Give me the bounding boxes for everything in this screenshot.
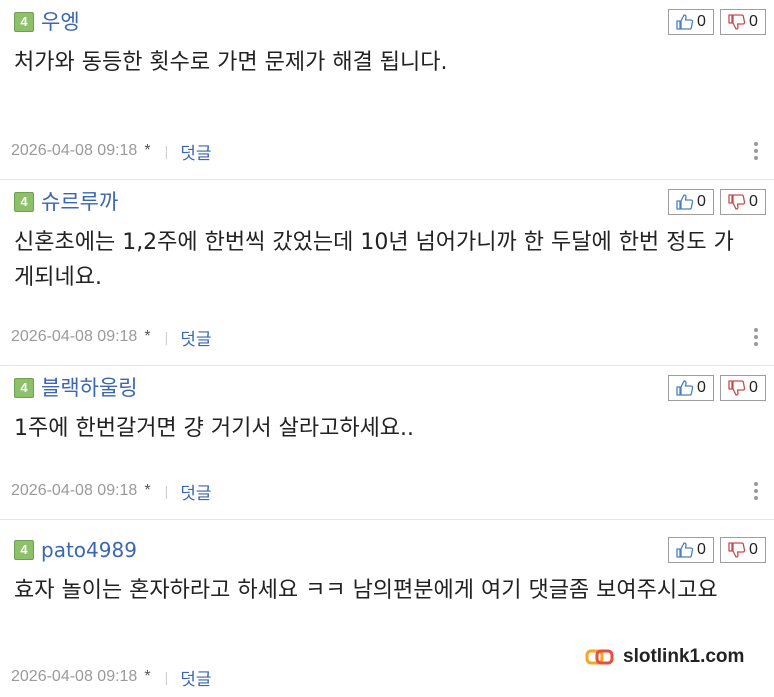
comment-item: 4 pato4989 0 0 효자 놀이는 혼자하라고 하세요 ㅋㅋ 남의편분에…	[0, 520, 774, 697]
comment-meta: 2026-04-08 09:18 * | 덧글	[11, 479, 211, 504]
vote-group: 0 0	[668, 9, 766, 35]
vertical-ellipsis-icon	[754, 142, 758, 146]
chain-link-logo-icon	[585, 649, 614, 665]
like-button[interactable]: 0	[668, 9, 714, 35]
reply-link[interactable]: 덧글	[180, 325, 211, 350]
like-count: 0	[697, 193, 706, 210]
comment-meta: 2026-04-08 09:18 * | 덧글	[11, 665, 211, 690]
comment-date: 2026-04-08 09:18	[11, 482, 138, 499]
comment-item: 4 우엥 0 0 처가와 동등한 횟수로 가면 문제가 해결 됩니다. 2026…	[0, 0, 774, 180]
level-badge: 4	[14, 12, 34, 32]
ellipsis-dot	[754, 489, 758, 493]
vote-group: 0 0	[668, 189, 766, 215]
level-badge: 4	[14, 378, 34, 398]
vertical-ellipsis-icon	[754, 328, 758, 332]
comment-date: 2026-04-08 09:18	[11, 668, 138, 685]
level-badge: 4	[14, 192, 34, 212]
thumbs-down-icon	[728, 194, 746, 210]
like-count: 0	[697, 13, 706, 30]
thumbs-down-icon	[728, 380, 746, 396]
comment-star: *	[144, 142, 151, 159]
ellipsis-dot	[754, 149, 758, 153]
vertical-ellipsis-icon	[754, 482, 758, 486]
dislike-count: 0	[749, 379, 758, 396]
comment-author[interactable]: 슈르루까	[41, 189, 118, 215]
comment-text: 신혼초에는 1,2주에 한번씩 갔었는데 10년 넘어가니까 한 두달에 한번 …	[14, 230, 734, 290]
comment-text: 효자 놀이는 혼자하라고 하세요 ㅋㅋ 남의편분에게 여기 댓글좀 보여주시고요	[14, 578, 718, 603]
comment-author[interactable]: pato4989	[41, 537, 137, 563]
dislike-button[interactable]: 0	[720, 537, 766, 563]
like-button[interactable]: 0	[668, 537, 714, 563]
dislike-button[interactable]: 0	[720, 189, 766, 215]
meta-separator: |	[164, 143, 169, 159]
meta-separator: |	[164, 329, 169, 345]
ellipsis-dot	[754, 342, 758, 346]
dislike-button[interactable]: 0	[720, 9, 766, 35]
thumbs-up-icon	[676, 194, 694, 210]
more-options-button[interactable]	[751, 140, 761, 162]
vote-group: 0 0	[668, 375, 766, 401]
meta-separator: |	[164, 669, 169, 685]
level-badge: 4	[14, 540, 34, 560]
dislike-count: 0	[749, 193, 758, 210]
comment-item: 4 슈르루까 0 0 신혼초에는 1,2주에 한번씩 갔었는데 10년 넘어가니…	[0, 180, 774, 366]
ellipsis-dot	[754, 335, 758, 339]
thumbs-down-icon	[728, 14, 746, 30]
meta-separator: |	[164, 483, 169, 499]
reply-link[interactable]: 덧글	[180, 139, 211, 164]
reply-link[interactable]: 덧글	[180, 665, 211, 690]
thumbs-down-icon	[728, 542, 746, 558]
vote-group: 0 0	[668, 537, 766, 563]
ellipsis-dot	[754, 496, 758, 500]
comment-text: 처가와 동등한 횟수로 가면 문제가 해결 됩니다.	[14, 50, 448, 75]
comment-author[interactable]: 블랙하울링	[41, 375, 138, 401]
watermark-text: slotlink1.com	[623, 646, 745, 667]
comment-header: 4 우엥	[14, 9, 80, 35]
comment-header: 4 pato4989	[14, 537, 137, 563]
more-options-button[interactable]	[751, 480, 761, 502]
ellipsis-dot	[754, 156, 758, 160]
comment-item: 4 블랙하울링 0 0 1주에 한번갈거면 걍 거기서 살라고하세요.. 202…	[0, 366, 774, 520]
comment-date: 2026-04-08 09:18	[11, 328, 138, 345]
like-count: 0	[697, 379, 706, 396]
dislike-count: 0	[749, 541, 758, 558]
comment-date: 2026-04-08 09:18	[11, 142, 138, 159]
comment-star: *	[144, 668, 151, 685]
comment-meta: 2026-04-08 09:18 * | 덧글	[11, 139, 211, 164]
site-watermark: slotlink1.com	[585, 645, 744, 669]
like-button[interactable]: 0	[668, 189, 714, 215]
comment-text: 1주에 한번갈거면 걍 거기서 살라고하세요..	[14, 416, 415, 441]
dislike-count: 0	[749, 13, 758, 30]
like-count: 0	[697, 541, 706, 558]
reply-link[interactable]: 덧글	[180, 479, 211, 504]
comment-star: *	[144, 328, 151, 345]
comment-meta: 2026-04-08 09:18 * | 덧글	[11, 325, 211, 350]
comment-header: 4 블랙하울링	[14, 375, 138, 401]
thumbs-up-icon	[676, 380, 694, 396]
thumbs-up-icon	[676, 14, 694, 30]
comment-header: 4 슈르루까	[14, 189, 118, 215]
dislike-button[interactable]: 0	[720, 375, 766, 401]
comment-star: *	[144, 482, 151, 499]
comment-author[interactable]: 우엥	[41, 9, 80, 35]
like-button[interactable]: 0	[668, 375, 714, 401]
more-options-button[interactable]	[751, 326, 761, 348]
thumbs-up-icon	[676, 542, 694, 558]
